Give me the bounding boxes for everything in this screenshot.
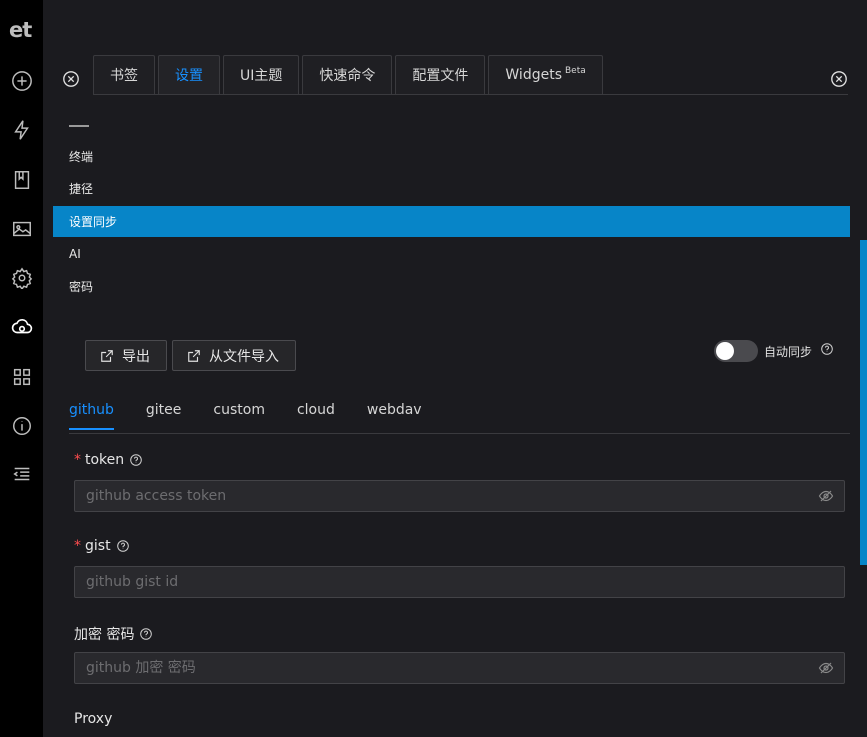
export-icon	[101, 349, 113, 362]
apps-icon[interactable]	[11, 366, 33, 388]
tab-divider	[93, 94, 848, 95]
subtab-webdav[interactable]: webdav	[367, 402, 422, 430]
auto-sync-label: 自动同步	[764, 345, 813, 359]
tab-profiles[interactable]: 配置文件	[395, 55, 486, 94]
book-icon[interactable]	[11, 169, 33, 191]
eye-invisible-icon[interactable]	[818, 660, 834, 676]
required-mark: *	[74, 452, 81, 468]
question-circle-icon[interactable]	[140, 628, 153, 640]
provider-tabs: github gitee custom cloud webdav	[69, 402, 454, 430]
question-circle-icon[interactable]	[130, 454, 142, 466]
auto-sync-toggle[interactable]	[714, 340, 758, 362]
app-logo: et	[9, 18, 32, 42]
menu-item-shortcuts[interactable]: 捷径	[53, 173, 850, 204]
proxy-label-text: Proxy	[74, 711, 113, 727]
import-from-file-button[interactable]: 从文件导入	[172, 340, 296, 371]
import-icon	[188, 349, 200, 362]
settings-icon[interactable]	[11, 267, 33, 289]
close-panel-icon[interactable]	[62, 70, 80, 88]
required-mark: *	[74, 538, 81, 554]
thunderbolt-icon[interactable]	[11, 119, 33, 141]
tab-label: UI主题	[240, 68, 283, 84]
tab-label: 快速命令	[319, 68, 376, 84]
menu-fold-icon[interactable]	[11, 463, 33, 485]
tab-bar: 书签 设置 UI主题 快速命令 配置文件 Widgets Beta	[93, 55, 603, 95]
left-rail: et	[0, 0, 43, 737]
tab-label: 书签	[110, 68, 138, 84]
menu-item-ai[interactable]: AI	[53, 238, 850, 269]
cloud-sync-icon[interactable]	[11, 316, 33, 338]
token-label: * token	[74, 452, 142, 468]
export-label: 导出	[122, 348, 150, 365]
tab-label: 配置文件	[412, 68, 469, 84]
tab-ui-theme[interactable]: UI主题	[223, 55, 300, 94]
encrypt-password-label-text: 加密 密码	[74, 627, 135, 643]
gist-label: * gist	[74, 538, 129, 554]
menu-item-cut-off	[69, 120, 99, 128]
plus-circle-icon[interactable]	[11, 70, 33, 92]
encrypt-password-label: 加密 密码	[74, 624, 153, 644]
subtab-gitee[interactable]: gitee	[146, 402, 182, 430]
tab-label: Widgets	[505, 67, 562, 83]
tab-bookmarks[interactable]: 书签	[93, 55, 155, 94]
encrypt-password-input[interactable]	[74, 652, 845, 684]
info-icon[interactable]	[11, 415, 33, 437]
question-circle-icon[interactable]	[116, 540, 129, 552]
token-input[interactable]	[74, 480, 845, 512]
tab-widgets[interactable]: Widgets Beta	[488, 55, 603, 94]
subtab-github[interactable]: github	[69, 402, 114, 430]
gist-input[interactable]	[74, 566, 845, 598]
subtab-cloud[interactable]: cloud	[297, 402, 335, 430]
menu-item-password[interactable]: 密码	[53, 271, 850, 302]
subtab-custom[interactable]: custom	[213, 402, 265, 430]
close-window-icon[interactable]	[830, 70, 848, 88]
token-label-text: token	[85, 452, 125, 468]
beta-badge: Beta	[565, 66, 586, 76]
gist-label-text: gist	[85, 538, 111, 554]
scrollbar-thumb[interactable]	[860, 240, 867, 565]
subtab-divider	[69, 433, 850, 434]
proxy-label: Proxy	[74, 711, 112, 727]
tab-quick-commands[interactable]: 快速命令	[302, 55, 393, 94]
tab-settings[interactable]: 设置	[158, 55, 220, 94]
tab-label: 设置	[175, 68, 203, 84]
picture-icon[interactable]	[11, 218, 33, 240]
menu-item-terminal[interactable]: 终端	[53, 141, 850, 172]
eye-invisible-icon[interactable]	[818, 488, 834, 504]
toggle-knob	[716, 342, 734, 360]
import-label: 从文件导入	[209, 348, 279, 365]
question-circle-icon[interactable]	[821, 343, 833, 355]
menu-item-sync-settings[interactable]: 设置同步	[53, 206, 850, 237]
export-button[interactable]: 导出	[85, 340, 167, 371]
